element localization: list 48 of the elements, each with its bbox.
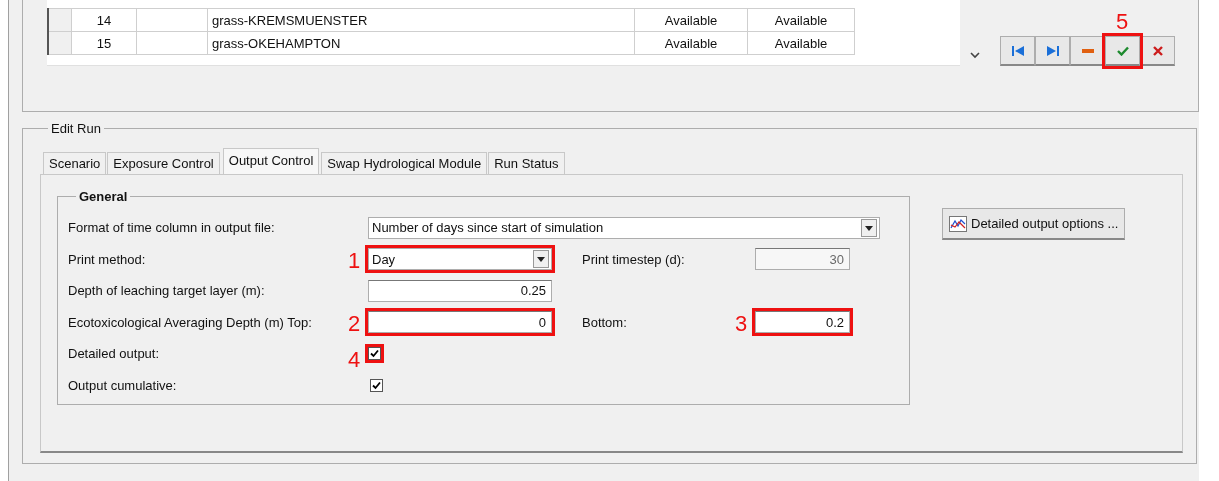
annotation-number: 2 (348, 313, 361, 336)
input-field[interactable]: 0.25 (368, 279, 552, 302)
group-title: Edit Run (50, 121, 102, 136)
tab[interactable]: Scenario (43, 152, 107, 174)
time-format-dropdown[interactable]: Number of days since start of simulation (368, 216, 880, 239)
table-cell: grass-OKEHAMPTON (207, 31, 635, 55)
checkbox[interactable] (370, 378, 383, 392)
chevron-down-icon[interactable] (970, 52, 980, 59)
checkmark-icon (1116, 45, 1129, 56)
field-label: Bottom: (582, 314, 627, 330)
skip-last-icon (1045, 44, 1060, 57)
table-cell (136, 8, 208, 32)
table-cell: 15 (71, 31, 137, 55)
skip-first-icon (1010, 44, 1025, 57)
field-label: Format of time column in output file: (68, 220, 275, 236)
table-cell: grass-KREMSMUENSTER (207, 8, 635, 32)
annotation-number: 4 (348, 349, 361, 372)
table-cell: Available (634, 31, 748, 55)
tab[interactable]: Swap Hydrological Module (321, 152, 488, 174)
group-title: General (78, 189, 129, 204)
print-method-dropdown[interactable]: Day (368, 248, 552, 271)
field-label: Output cumulative: (68, 377, 177, 393)
first-button[interactable] (1000, 36, 1035, 66)
annotation-number: 5 (1116, 11, 1129, 33)
last-button[interactable] (1035, 36, 1070, 66)
field-label: Print method: (68, 251, 146, 267)
field-label: Print timestep (d): (582, 251, 685, 267)
tab[interactable]: Output Control (222, 148, 320, 174)
table-cell: Available (747, 31, 855, 55)
row-indicator[interactable] (48, 8, 72, 32)
annotation-number: 3 (735, 313, 748, 336)
table-cell: Available (747, 8, 855, 32)
annotation-number: 1 (348, 250, 361, 273)
field-label: Ecotoxicological Averaging Depth (m) Top: (68, 314, 312, 330)
detailed-output-button[interactable]: Detailed output options ... (942, 208, 1126, 240)
row-indicator[interactable] (48, 31, 72, 55)
table-cell: 14 (71, 8, 137, 32)
input-field[interactable]: 0 (368, 311, 552, 334)
chart-icon (949, 215, 967, 232)
input-field[interactable]: 0.2 (755, 311, 850, 334)
minus-icon (1081, 48, 1094, 53)
tab[interactable]: Exposure Control (107, 152, 220, 174)
table-cell: Available (634, 8, 748, 32)
table-cell (136, 31, 208, 55)
tab[interactable]: Run Status (488, 152, 565, 174)
close-icon (1152, 45, 1163, 56)
field-label: Detailed output: (68, 346, 160, 362)
field-label: Depth of leaching target layer (m): (68, 283, 265, 299)
